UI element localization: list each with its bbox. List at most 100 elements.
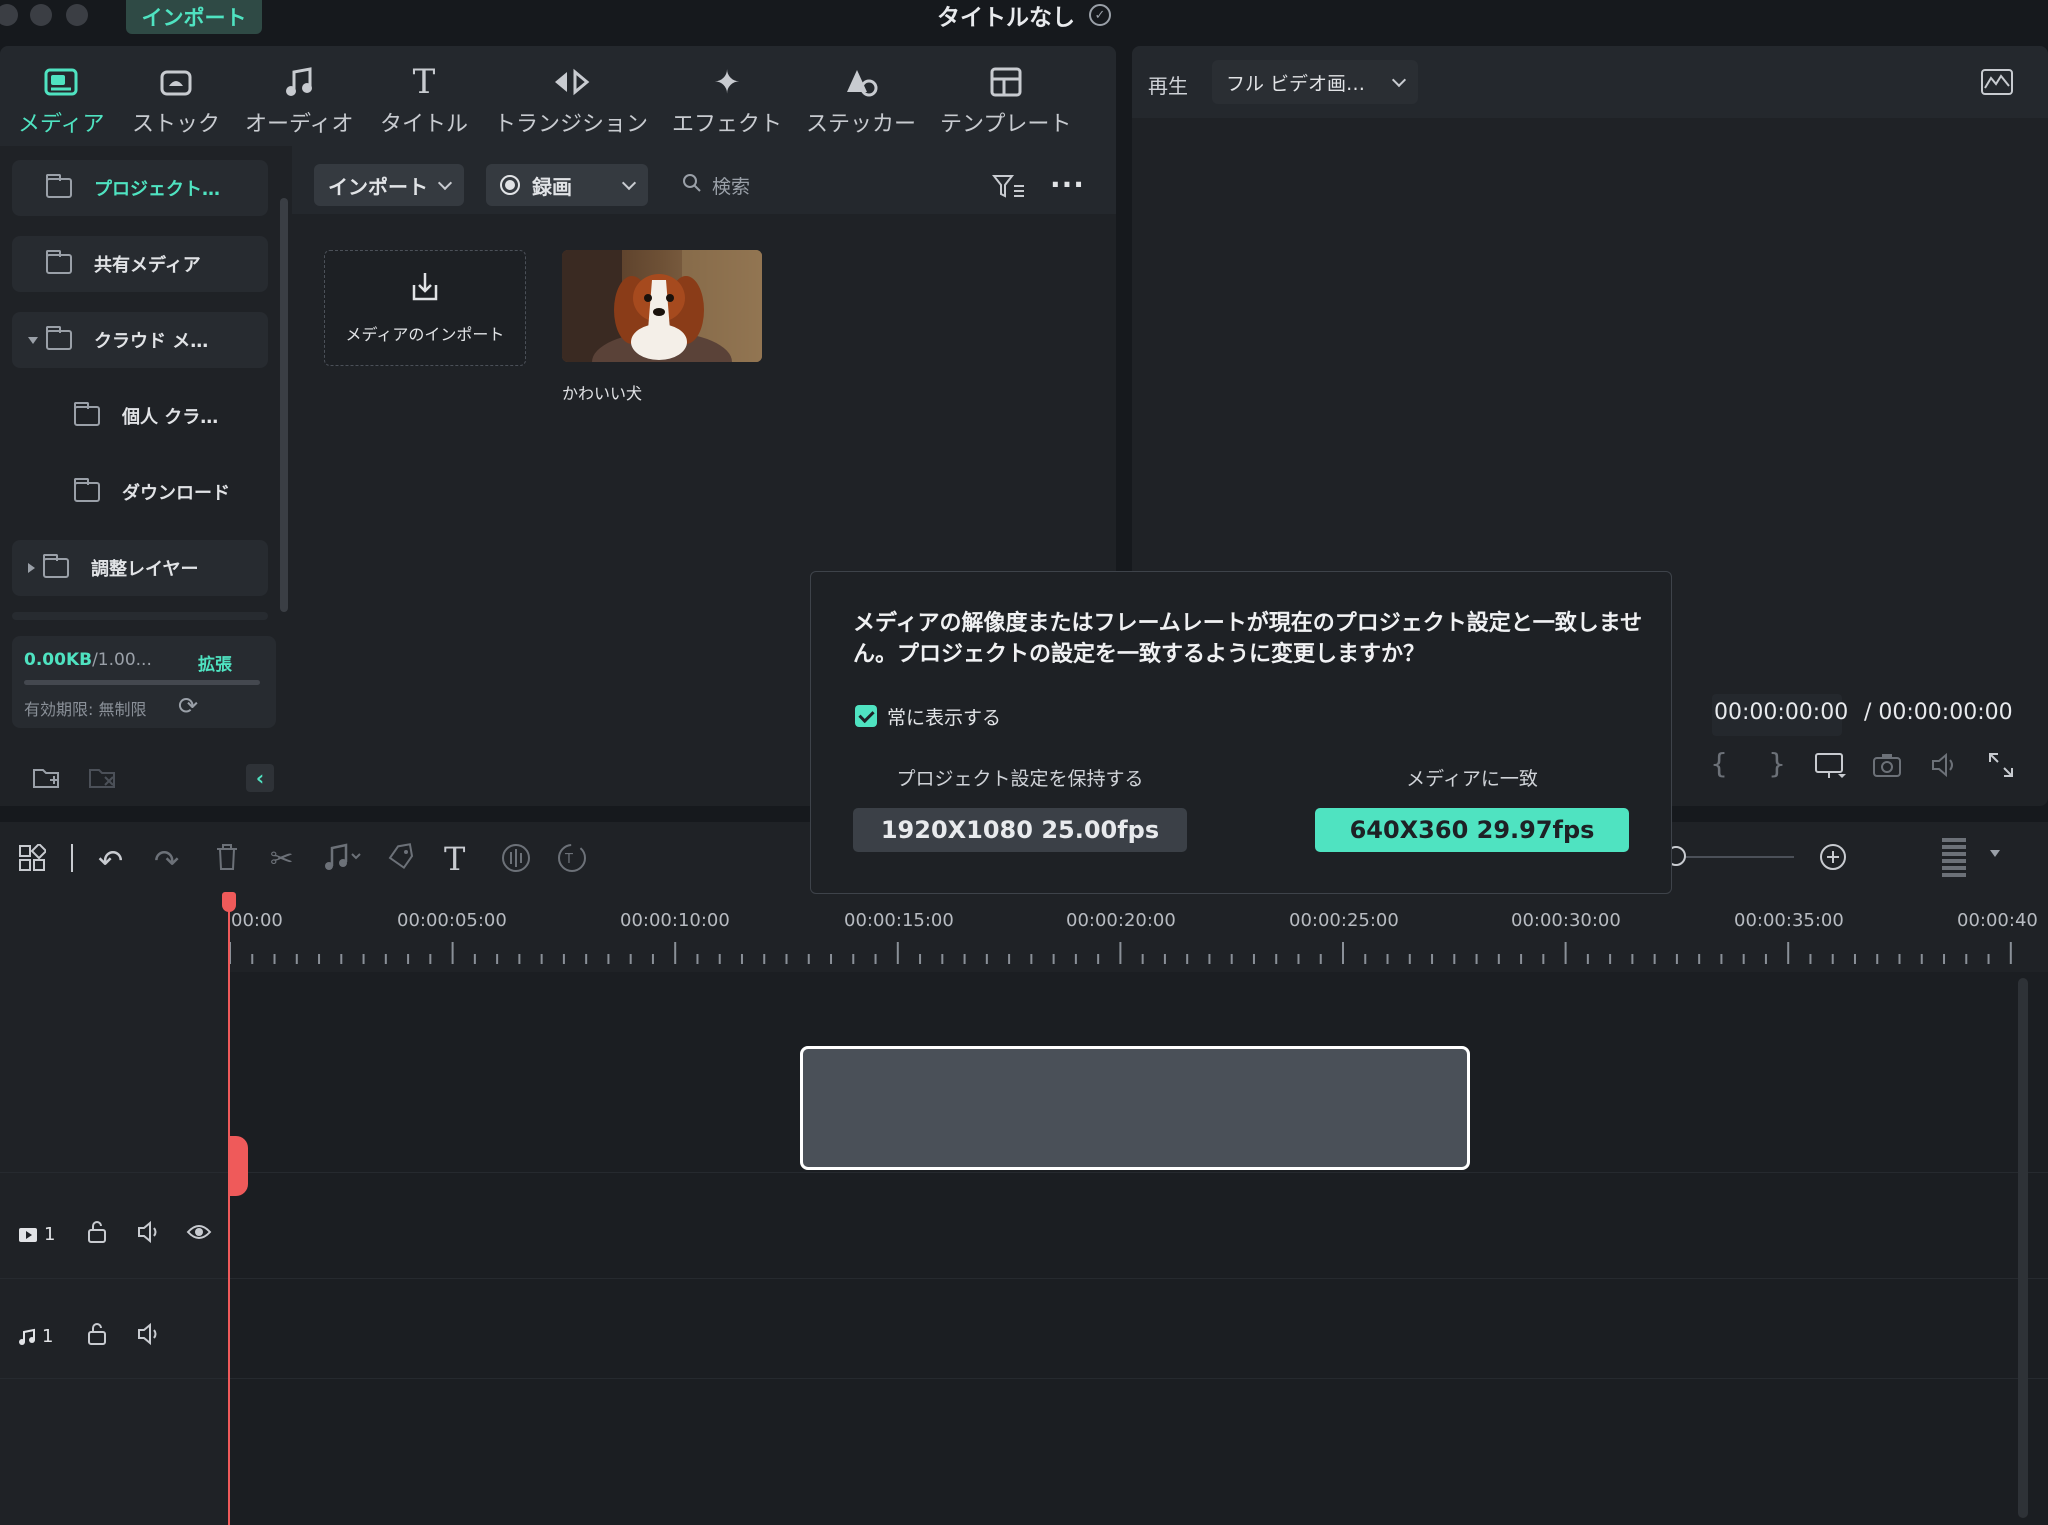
folder-icon: [46, 174, 72, 198]
audio-stretch-icon[interactable]: [500, 842, 532, 878]
text-tool-icon[interactable]: T: [444, 840, 465, 878]
collapse-sidebar-button[interactable]: ‹: [246, 764, 274, 792]
video-track-number: 1: [44, 1224, 56, 1245]
expand-storage-link[interactable]: 拡張: [198, 650, 232, 675]
playhead-grip[interactable]: [228, 1136, 248, 1196]
scopes-icon[interactable]: [1980, 68, 2014, 100]
eye-icon[interactable]: [186, 1222, 212, 1246]
audio-track-label: 1: [18, 1326, 53, 1347]
delete-folder-icon[interactable]: [88, 764, 118, 794]
ruler-label: 00:00:35:00: [1734, 910, 1844, 931]
sticker-icon: [843, 64, 879, 100]
speaker-icon[interactable]: [136, 1220, 162, 1248]
tab-media[interactable]: メディア: [18, 64, 104, 138]
import-media-tile[interactable]: メディアのインポート: [324, 250, 526, 366]
sidebar-item-download[interactable]: ダウンロード: [12, 464, 268, 520]
chevron-down-icon: [437, 175, 453, 190]
tab-stock[interactable]: ストック: [132, 64, 220, 138]
ruler-label: 00:00:40: [1957, 910, 2038, 931]
display-monitor-icon[interactable]: [1814, 752, 1846, 784]
import-dropdown[interactable]: インポート: [314, 164, 464, 206]
media-clip-name: かわいい犬: [562, 384, 643, 403]
transition-icon: [551, 64, 591, 100]
audio-track-icon: [19, 1328, 35, 1345]
expand-caret-icon[interactable]: [28, 336, 38, 344]
timeline-scrollbar[interactable]: [2018, 978, 2028, 1518]
ruler-label: 00:00:05:00: [397, 910, 507, 931]
split-scissors-icon[interactable]: ✂: [270, 842, 293, 875]
storage-total: /1.00...: [92, 650, 152, 670]
track-height-icon[interactable]: [1940, 836, 1968, 884]
snapshot-camera-icon[interactable]: [1872, 752, 1902, 782]
fullscreen-icon[interactable]: [1988, 752, 2014, 782]
tab-template-label: テンプレート: [940, 112, 1072, 137]
quality-dropdown[interactable]: フル ビデオ画…: [1212, 60, 1418, 104]
import-download-icon: [410, 271, 440, 307]
redo-icon[interactable]: ↷: [154, 844, 179, 879]
lock-icon[interactable]: [86, 1322, 108, 1350]
lock-icon[interactable]: [86, 1220, 108, 1248]
ruler-label: 00:00: [231, 910, 283, 931]
speaker-icon[interactable]: [136, 1322, 162, 1350]
collapse-caret-icon[interactable]: [28, 563, 35, 573]
playhead[interactable]: [228, 892, 230, 1525]
record-icon: [500, 175, 520, 195]
refresh-icon[interactable]: ⟳: [178, 692, 198, 720]
zoom-slider-track[interactable]: [1676, 856, 1794, 858]
playhead-handle[interactable]: [222, 892, 236, 912]
ruler-label: 00:00:30:00: [1511, 910, 1621, 931]
search-placeholder: 検索: [712, 175, 751, 198]
ruler-ticks: [229, 942, 2012, 964]
sidebar-item-shared-media[interactable]: 共有メディア: [12, 236, 268, 292]
tag-icon[interactable]: [386, 842, 416, 876]
always-show-checkbox[interactable]: [855, 705, 877, 727]
match-media-label: メディアに一致: [1406, 768, 1538, 790]
sidebar-item-adjustment-layer[interactable]: 調整レイヤー: [12, 540, 268, 596]
media-thumbnail[interactable]: [562, 250, 762, 362]
playback-label: 再生: [1148, 74, 1188, 98]
chevron-down-icon: [621, 175, 637, 190]
sidebar-item-project[interactable]: プロジェクト…: [12, 160, 268, 216]
import-tab[interactable]: インポート: [126, 0, 262, 34]
tab-transition[interactable]: トランジション: [494, 64, 648, 138]
keep-project-settings-button[interactable]: 1920X1080 25.00fps: [853, 808, 1187, 852]
volume-icon[interactable]: [1930, 752, 1960, 782]
storage-usage-text: 0.00KB/1.00...: [24, 650, 152, 670]
total-time: / 00:00:00:00: [1864, 700, 2013, 725]
layout-grid-icon[interactable]: [18, 842, 48, 876]
preview-header: 再生 フル ビデオ画…: [1132, 46, 2048, 118]
track-height-dropdown-icon[interactable]: [1990, 850, 2000, 857]
dog-photo: [562, 250, 762, 362]
zoom-in-icon[interactable]: [1818, 842, 1848, 876]
folder-icon: [74, 402, 100, 426]
ruler-label: 00:00:15:00: [844, 910, 954, 931]
delete-trash-icon[interactable]: [214, 842, 240, 876]
audio-edit-icon[interactable]: [322, 842, 364, 876]
window-title-text: タイトルなし: [937, 5, 1075, 31]
auto-caption-icon[interactable]: T: [556, 842, 588, 878]
search-input[interactable]: 検索: [682, 164, 750, 206]
record-dropdown[interactable]: 録画: [486, 164, 648, 206]
tab-effect[interactable]: ✦ エフェクト: [672, 63, 782, 138]
tab-template[interactable]: テンプレート: [940, 64, 1071, 138]
sidebar-item-label: プロジェクト…: [94, 179, 220, 200]
timeline-drop-zone[interactable]: [800, 1046, 1470, 1170]
mark-out-icon[interactable]: }: [1762, 746, 1792, 780]
filter-icon[interactable]: [991, 174, 1026, 204]
tab-title[interactable]: T タイトル: [380, 62, 468, 138]
match-media-button[interactable]: 640X360 29.97fps: [1315, 808, 1629, 852]
new-folder-icon[interactable]: [32, 764, 62, 794]
undo-icon[interactable]: ↶: [98, 844, 123, 879]
more-options-icon[interactable]: ···: [1050, 168, 1085, 201]
tab-sticker[interactable]: ステッカー: [806, 64, 916, 138]
tab-audio[interactable]: オーディオ: [245, 64, 353, 138]
sidebar-scrollbar[interactable]: [280, 198, 288, 612]
sidebar-item-cloud-media[interactable]: クラウド メ…: [12, 312, 268, 368]
svg-text:T: T: [564, 852, 573, 867]
sidebar-item-label: 共有メディア: [94, 255, 201, 276]
timeline-ruler[interactable]: [0, 892, 2048, 972]
sidebar-item-personal-cloud[interactable]: 個人 クラ…: [12, 388, 268, 444]
mark-in-icon[interactable]: {: [1704, 746, 1734, 780]
current-time: 00:00:00:00: [1714, 700, 1849, 725]
window-title: タイトルなし ✓: [0, 0, 2048, 31]
